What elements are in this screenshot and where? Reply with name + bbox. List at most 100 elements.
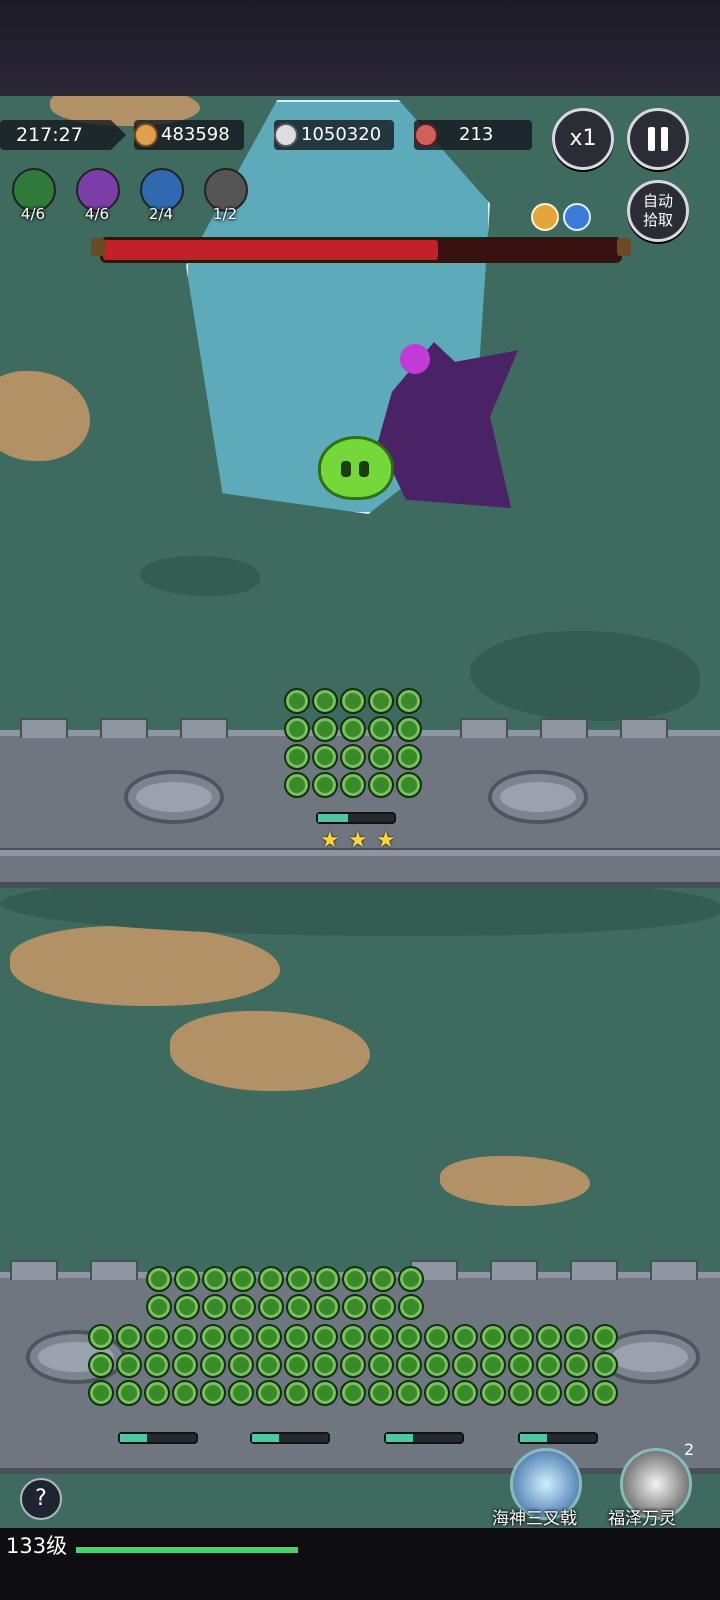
player-level: 133级 <box>6 1534 68 1558</box>
buff-token-icon <box>228 1324 254 1350</box>
buff-token-icon <box>370 1294 396 1320</box>
crab-icon <box>414 123 438 147</box>
buff-token-icon <box>284 716 310 742</box>
buff-token-icon <box>314 1266 340 1292</box>
buff-token-icon <box>342 1294 368 1320</box>
buff-token-icon <box>398 1294 424 1320</box>
buff-token-icon <box>342 1266 368 1292</box>
boss-hp-bar <box>91 237 631 263</box>
star-icon: ★ <box>376 828 396 853</box>
buff-token-icon <box>536 1380 562 1406</box>
ultimate-label: 福泽万灵 <box>608 1509 676 1529</box>
buff-token-icon <box>146 1266 172 1292</box>
xp-fill <box>76 1547 298 1553</box>
buff-token-icon <box>592 1324 618 1350</box>
skill-count: 4/6 <box>20 205 46 223</box>
buff-token-icon <box>312 772 338 798</box>
slime-enemy <box>318 436 394 500</box>
buff-token-icon <box>564 1352 590 1378</box>
hero-hp-bar <box>250 1432 330 1444</box>
buff-token-icon <box>368 1380 394 1406</box>
bottom-bar <box>0 1528 720 1600</box>
buff-token-icon <box>592 1352 618 1378</box>
buff-token-icon <box>340 716 366 742</box>
buff-token-icon <box>230 1266 256 1292</box>
buff-token-icon <box>564 1324 590 1350</box>
buff-token-icon <box>340 1324 366 1350</box>
buff-token-icon <box>370 1266 396 1292</box>
buff-token-icon <box>312 744 338 770</box>
buff-token-icon <box>396 716 422 742</box>
hero-hp-bar <box>384 1432 464 1444</box>
buff-token-icon <box>396 688 422 714</box>
pause-button[interactable] <box>627 108 689 170</box>
kill-counter: 1050320 <box>274 120 394 150</box>
buff-token-icon <box>480 1324 506 1350</box>
buff-token-icon <box>508 1380 534 1406</box>
star-icon: ★ <box>348 828 368 853</box>
coin-counter: 483598 <box>134 120 244 150</box>
buff-token-icon <box>396 1380 422 1406</box>
auto-pickup-label: 自动 拾取 <box>642 192 673 229</box>
skill-count: 2/4 <box>148 205 174 223</box>
buff-token-icon <box>340 744 366 770</box>
coin-value: 483598 <box>161 124 230 145</box>
buff-token-icon <box>452 1324 478 1350</box>
buff-token-icon <box>258 1294 284 1320</box>
hero-hp-bar <box>518 1432 598 1444</box>
gem-value: 213 <box>459 124 494 145</box>
buff-token-icon <box>480 1352 506 1378</box>
dirt-patch <box>170 1011 370 1091</box>
ultimate-label: 海神三叉戟 <box>492 1509 577 1529</box>
buff-token-icon <box>508 1352 534 1378</box>
speed-button[interactable]: x1 <box>552 108 614 170</box>
buff-token-icon <box>314 1294 340 1320</box>
buff-token-icon <box>202 1266 228 1292</box>
buff-token-icon <box>144 1324 170 1350</box>
buff-token-icon <box>284 688 310 714</box>
buff-token-icon <box>200 1324 226 1350</box>
buff-token-icon <box>174 1266 200 1292</box>
buff-token-icon <box>286 1294 312 1320</box>
buff-token-icon <box>172 1352 198 1378</box>
buff-token-icon <box>284 1352 310 1378</box>
survival-timer: 217:27 <box>0 120 126 150</box>
help-button[interactable]: ? <box>20 1478 62 1520</box>
buff-token-icon <box>172 1324 198 1350</box>
turret-slot[interactable] <box>488 770 588 824</box>
buff-token-icon <box>424 1324 450 1350</box>
buff-token-icon <box>146 1294 172 1320</box>
coin-icon <box>134 123 158 147</box>
shadow-patch <box>470 631 700 721</box>
buff-token-icon <box>452 1380 478 1406</box>
buff-token-icon <box>88 1380 114 1406</box>
buff-token-icon <box>284 1324 310 1350</box>
skull-icon <box>274 123 298 147</box>
buff-token-icon <box>508 1324 534 1350</box>
hero-hp-bar <box>118 1432 198 1444</box>
purple-orb <box>400 344 430 374</box>
buff-token-icon <box>200 1352 226 1378</box>
buff-token-icon <box>312 1380 338 1406</box>
buff-water-icon <box>563 203 591 231</box>
buff-token-icon <box>200 1380 226 1406</box>
buff-token-icon <box>396 744 422 770</box>
buff-token-icon <box>340 1380 366 1406</box>
buff-token-icon <box>116 1380 142 1406</box>
buff-token-icon <box>368 1324 394 1350</box>
buff-token-icon <box>396 772 422 798</box>
buff-token-icon <box>284 744 310 770</box>
buff-token-icon <box>368 744 394 770</box>
buff-token-icon <box>144 1352 170 1378</box>
turret-slot[interactable] <box>124 770 224 824</box>
auto-pickup-button[interactable]: 自动 拾取 <box>627 180 689 242</box>
buff-token-icon <box>286 1266 312 1292</box>
buff-token-icon <box>368 772 394 798</box>
hero-hp-bar <box>316 812 396 824</box>
buff-token-icon <box>312 1352 338 1378</box>
buff-token-icon <box>340 772 366 798</box>
buff-token-icon <box>228 1380 254 1406</box>
gem-counter: 213 <box>414 120 532 150</box>
buff-token-icon <box>340 688 366 714</box>
buff-token-icon <box>202 1294 228 1320</box>
